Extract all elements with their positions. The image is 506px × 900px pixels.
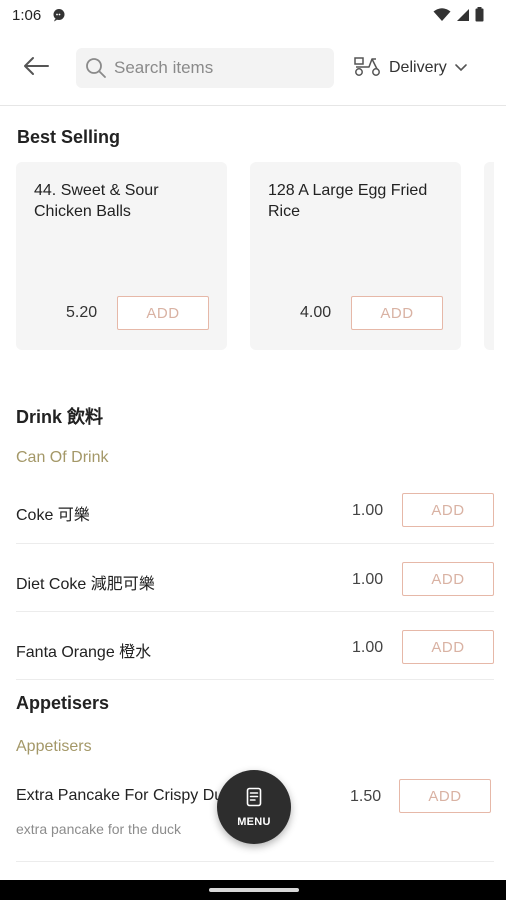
chevron-down-icon bbox=[454, 59, 468, 77]
status-icons bbox=[433, 7, 484, 27]
divider bbox=[16, 543, 494, 544]
best-selling-item-price: 4.00 bbox=[300, 304, 332, 321]
menu-fab-button[interactable]: MENU bbox=[217, 770, 291, 844]
menu-item-name: Diet Coke 減肥可樂 bbox=[16, 576, 155, 593]
search-icon bbox=[85, 57, 107, 84]
menu-item-price: 1.00 bbox=[352, 639, 384, 656]
menu-item-price: 1.50 bbox=[350, 788, 382, 805]
best-selling-card[interactable]: 44. Sweet & Sour Chicken Balls 5.20 ADD bbox=[16, 162, 227, 350]
divider bbox=[16, 679, 494, 680]
subcategory-title: Can Of Drink bbox=[16, 449, 109, 466]
add-button[interactable]: ADD bbox=[351, 296, 443, 330]
category-title: Appetisers bbox=[16, 693, 110, 713]
signal-icon bbox=[456, 8, 470, 27]
menu-fab-label: MENU bbox=[237, 815, 271, 828]
delivery-label: Delivery bbox=[389, 59, 447, 76]
search-box[interactable] bbox=[76, 48, 334, 88]
menu-item-price: 1.00 bbox=[352, 571, 384, 588]
menu-item-price: 1.00 bbox=[352, 502, 384, 519]
best-selling-item-name: 44. Sweet & Sour Chicken Balls bbox=[34, 182, 159, 220]
status-bar: 1:06 bbox=[0, 0, 506, 32]
menu-item-name: Coke 可樂 bbox=[16, 507, 90, 524]
divider bbox=[16, 611, 494, 612]
add-button[interactable]: ADD bbox=[402, 630, 494, 664]
best-selling-title: Best Selling bbox=[17, 127, 121, 147]
menu-item-row[interactable]: Fanta Orange 橙水 1.00 ADD bbox=[16, 630, 494, 664]
best-selling-card[interactable]: 128 A Large Egg Fried Rice 4.00 ADD bbox=[250, 162, 461, 350]
menu-book-icon bbox=[246, 787, 262, 812]
scooter-icon bbox=[354, 55, 382, 82]
menu-item-name: Fanta Orange 橙水 bbox=[16, 644, 152, 661]
best-selling-item-price: 5.20 bbox=[66, 304, 98, 321]
add-button[interactable]: ADD bbox=[402, 493, 494, 527]
subcategory-title: Appetisers bbox=[16, 738, 92, 755]
menu-item-description: extra pancake for the duck bbox=[16, 821, 181, 837]
delivery-selector[interactable]: Delivery bbox=[354, 54, 468, 82]
category-title: Drink 飲料 bbox=[16, 407, 104, 427]
add-button[interactable]: ADD bbox=[117, 296, 209, 330]
wifi-icon bbox=[433, 7, 451, 27]
chat-notification-icon bbox=[52, 8, 66, 27]
system-nav-bar bbox=[0, 880, 506, 900]
best-selling-card-peek[interactable] bbox=[484, 162, 494, 350]
menu-item-row[interactable]: Coke 可樂 1.00 ADD bbox=[16, 493, 494, 527]
menu-item-row[interactable]: Diet Coke 減肥可樂 1.00 ADD bbox=[16, 562, 494, 596]
back-button[interactable] bbox=[18, 52, 54, 84]
best-selling-item-name: 128 A Large Egg Fried Rice bbox=[268, 182, 428, 220]
add-button[interactable]: ADD bbox=[399, 779, 491, 813]
battery-icon bbox=[475, 7, 484, 27]
divider bbox=[16, 861, 494, 862]
add-button[interactable]: ADD bbox=[402, 562, 494, 596]
search-input[interactable] bbox=[114, 48, 324, 88]
arrow-left-icon bbox=[23, 56, 49, 81]
home-gesture-handle[interactable] bbox=[209, 888, 299, 892]
status-time: 1:06 bbox=[12, 7, 42, 24]
app-bar: Delivery bbox=[0, 32, 506, 106]
